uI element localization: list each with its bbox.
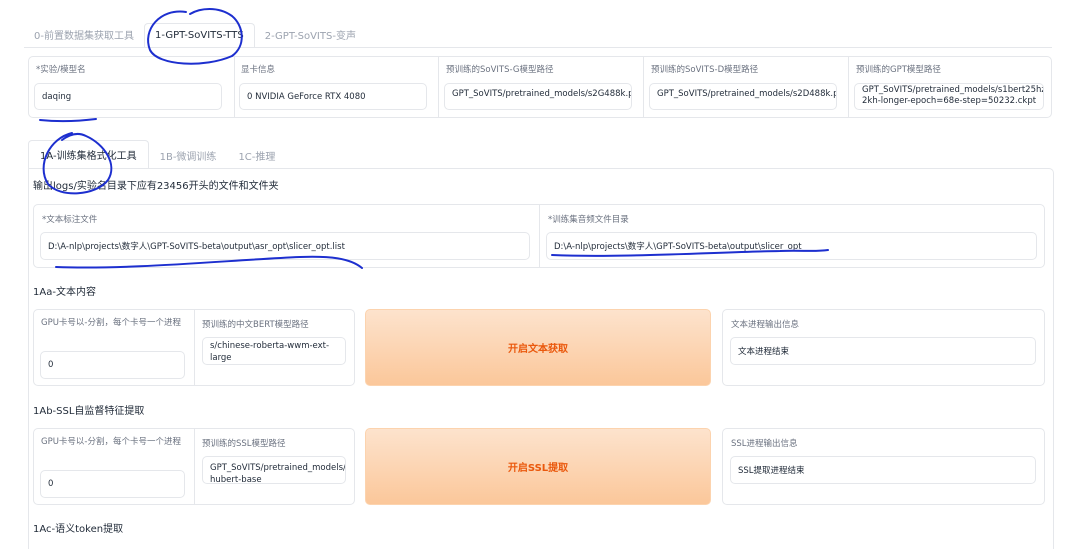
- config-row: *实验/模型名 daqing 显卡信息 0 NVIDIA GeForce RTX…: [28, 56, 1052, 118]
- tab-dataset-format[interactable]: 1A-训练集格式化工具: [28, 140, 149, 169]
- underline-mark-exp: [39, 118, 97, 123]
- tab-dataset-tools[interactable]: 0-前置数据集获取工具: [24, 21, 144, 48]
- start-text-extraction-button[interactable]: 开启文本获取: [365, 309, 711, 386]
- gpt-model-label: 预训练的GPT模型路径: [856, 65, 941, 75]
- ssl-path-input[interactable]: GPT_SoVITS/pretrained_models/chinese-hub…: [202, 456, 346, 484]
- tab-gpt-sovits-vc[interactable]: 2-GPT-SoVITS-变声: [255, 21, 366, 48]
- text-output-label: 文本进程输出信息: [731, 320, 800, 330]
- tab-gpt-sovits-tts[interactable]: 1-GPT-SoVITS-TTS: [143, 23, 255, 48]
- tab-divider: [24, 47, 1052, 48]
- paths-row: *文本标注文件 D:\A-nlp\projects\数字人\GPT-SoVITS…: [33, 204, 1045, 268]
- gpt-model-input[interactable]: GPT_SoVITS/pretrained_models/s1bert25hz-…: [854, 83, 1044, 110]
- sovits-d-label: 预训练的SoVITS-D模型路径: [651, 65, 759, 75]
- exp-name-label: *实验/模型名: [36, 65, 86, 75]
- tab-inference[interactable]: 1C-推理: [227, 142, 286, 169]
- divider: [438, 57, 439, 117]
- ssl-path-label: 预训练的SSL模型路径: [202, 439, 286, 449]
- sovits-g-label: 预训练的SoVITS-G模型路径: [446, 65, 554, 75]
- bert-path-input[interactable]: s/chinese-roberta-wwm-ext-large: [202, 337, 346, 365]
- divider: [194, 429, 195, 504]
- divider: [539, 205, 540, 267]
- ssl-output-field[interactable]: SSL提取进程结束: [730, 456, 1036, 484]
- section-1ab-gpu-card: GPU卡号以-分割，每个卡号一个进程 0 预训练的SSL模型路径 GPT_SoV…: [33, 428, 355, 505]
- gpu-ids-label: GPU卡号以-分割，每个卡号一个进程: [41, 318, 182, 328]
- divider: [194, 310, 195, 385]
- wav-dir-label: *训练集音频文件目录: [548, 215, 629, 225]
- ssl-output-card: SSL进程输出信息 SSL提取进程结束: [722, 428, 1045, 505]
- bert-path-label: 预训练的中文BERT模型路径: [202, 320, 309, 330]
- output-hint: 输出logs/实验名目录下应有23456开头的文件和文件夹: [33, 181, 279, 192]
- divider: [848, 57, 849, 117]
- ssl-output-label: SSL进程输出信息: [731, 439, 798, 449]
- section-1ac-title: 1Ac-语义token提取: [33, 524, 124, 535]
- gpu-ids-input[interactable]: 0: [40, 351, 185, 379]
- divider: [643, 57, 644, 117]
- section-1aa-title: 1Aa-文本内容: [33, 287, 96, 298]
- gpu-ids-label: GPU卡号以-分割，每个卡号一个进程: [41, 437, 182, 447]
- text-output-field[interactable]: 文本进程结束: [730, 337, 1036, 365]
- top-tab-bar: 0-前置数据集获取工具 1-GPT-SoVITS-TTS 2-GPT-SoVIT…: [24, 22, 366, 48]
- list-file-input[interactable]: D:\A-nlp\projects\数字人\GPT-SoVITS-beta\ou…: [40, 232, 530, 260]
- divider: [234, 57, 235, 117]
- gpu-info-input[interactable]: 0 NVIDIA GeForce RTX 4080: [239, 83, 427, 110]
- start-ssl-extraction-button[interactable]: 开启SSL提取: [365, 428, 711, 505]
- text-output-card: 文本进程输出信息 文本进程结束: [722, 309, 1045, 386]
- tab-finetune[interactable]: 1B-微调训练: [149, 142, 228, 169]
- sub-tab-bar: 1A-训练集格式化工具 1B-微调训练 1C-推理: [28, 140, 286, 169]
- gpu-info-label: 显卡信息: [241, 65, 276, 75]
- section-1aa-gpu-card: GPU卡号以-分割，每个卡号一个进程 0 预训练的中文BERT模型路径 s/ch…: [33, 309, 355, 386]
- sovits-g-input[interactable]: GPT_SoVITS/pretrained_models/s2G488k.pth: [444, 83, 632, 110]
- gpu-ids-input[interactable]: 0: [40, 470, 185, 498]
- sovits-d-input[interactable]: GPT_SoVITS/pretrained_models/s2D488k.pth: [649, 83, 837, 110]
- wav-dir-input[interactable]: D:\A-nlp\projects\数字人\GPT-SoVITS-beta\ou…: [546, 232, 1037, 260]
- section-1ab-title: 1Ab-SSL自监督特征提取: [33, 406, 145, 417]
- list-file-label: *文本标注文件: [42, 215, 98, 225]
- exp-name-input[interactable]: daqing: [34, 83, 222, 110]
